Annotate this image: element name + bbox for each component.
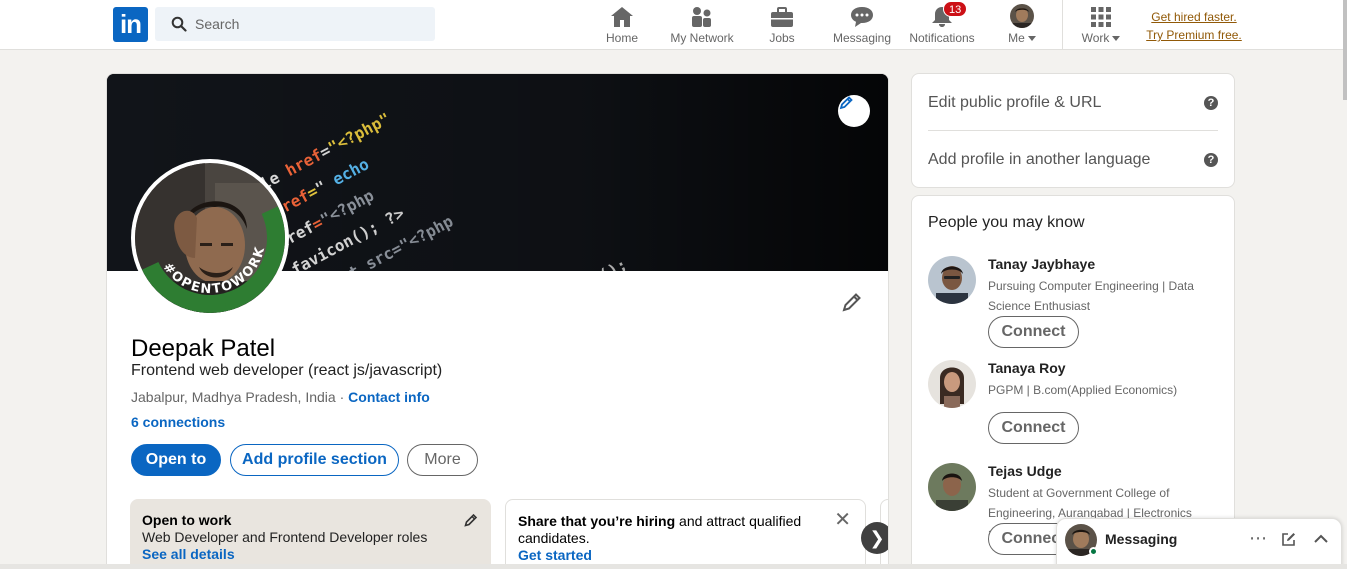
- avatar[interactable]: [928, 463, 976, 511]
- pencil-icon: [464, 513, 478, 527]
- carousel-next-button[interactable]: ❯: [861, 522, 888, 554]
- see-all-details-link[interactable]: See all details: [142, 546, 479, 563]
- person-headline: Pursuing Computer Engineering | Data Sci…: [988, 279, 1194, 313]
- chat-icon: [851, 7, 873, 27]
- contact-info-link[interactable]: Contact info: [348, 389, 430, 405]
- hiring-card[interactable]: Share that you’re hiring and attract qua…: [505, 499, 866, 569]
- person-name[interactable]: Tanaya Roy: [988, 360, 1066, 376]
- location-separator: ·: [335, 389, 349, 405]
- profile-name: Deepak Patel: [131, 335, 276, 362]
- nav-messaging[interactable]: Messaging: [832, 4, 892, 48]
- profile-headline: Frontend web developer (react js/javascr…: [131, 362, 443, 379]
- edit-intro-button[interactable]: [840, 290, 864, 319]
- avatar: #OPENTOWORK: [135, 163, 285, 313]
- pencil-icon: [842, 293, 861, 312]
- add-profile-section-button[interactable]: Add profile section: [230, 444, 399, 476]
- nav-me-label-wrap: Me: [1000, 31, 1044, 45]
- add-language-label: Add profile in another language: [928, 151, 1151, 168]
- messaging-overlay[interactable]: Messaging ⋯: [1056, 518, 1342, 569]
- grid-icon: [1091, 7, 1111, 27]
- connect-button[interactable]: Connect: [988, 316, 1079, 348]
- open-to-work-title: Open to work: [142, 512, 232, 528]
- chevron-down-icon: [1027, 36, 1036, 42]
- nav-label: Messaging: [832, 31, 892, 45]
- nav-label: Work: [1081, 31, 1110, 45]
- help-icon[interactable]: ?: [1204, 153, 1218, 167]
- profile-card: wp_title href="<?php" "profile" href=" e…: [106, 73, 889, 569]
- edit-open-to-work-button[interactable]: [463, 512, 479, 532]
- nav-label: Me: [1008, 31, 1025, 45]
- nav-notifications[interactable]: 13 Notifications: [907, 1, 977, 48]
- connections-link[interactable]: 6 connections: [131, 414, 225, 430]
- notification-badge: 13: [943, 1, 968, 17]
- open-to-work-card[interactable]: Open to work Web Developer and Frontend …: [130, 499, 491, 569]
- linkedin-logo[interactable]: in: [113, 7, 148, 42]
- more-options-icon[interactable]: ⋯: [1249, 528, 1267, 549]
- profile-location: Jabalpur, Madhya Pradesh, India: [131, 389, 336, 405]
- hiring-text-bold: Share that you’re hiring: [518, 513, 676, 529]
- scrollbar[interactable]: [1343, 0, 1347, 100]
- open-to-work-roles: Web Developer and Frontend Developer rol…: [142, 529, 428, 545]
- nav-label: Notifications: [909, 31, 975, 45]
- nav-jobs[interactable]: Jobs: [762, 4, 802, 48]
- avatar: [1010, 4, 1034, 28]
- edit-banner-button[interactable]: [838, 95, 870, 127]
- profile-location-line: Jabalpur, Madhya Pradesh, India · Contac…: [131, 389, 430, 405]
- premium-line-1[interactable]: Get hired faster.: [1144, 8, 1244, 26]
- search-input[interactable]: [195, 7, 425, 41]
- hiring-text: Share that you’re hiring and attract qua…: [518, 513, 853, 547]
- nav-me[interactable]: Me: [1000, 4, 1044, 48]
- nav-divider: [1062, 0, 1063, 50]
- profile-photo[interactable]: #OPENTOWORK: [131, 159, 289, 317]
- home-icon: [611, 7, 633, 27]
- search-bar[interactable]: [155, 7, 435, 41]
- nav-my-network[interactable]: My Network: [667, 4, 737, 48]
- chevron-up-icon[interactable]: [1313, 531, 1329, 550]
- search-icon: [171, 16, 187, 37]
- add-language-profile-link[interactable]: Add profile in another language ?: [928, 151, 1218, 169]
- avatar[interactable]: [928, 360, 976, 408]
- nav-home[interactable]: Home: [602, 4, 642, 48]
- more-button[interactable]: More: [407, 444, 478, 476]
- messaging-title[interactable]: Messaging: [1105, 531, 1177, 547]
- pencil-icon: [839, 96, 853, 110]
- chevron-down-icon: [1112, 36, 1121, 42]
- divider: [928, 130, 1218, 131]
- profile-links-card: Edit public profile & URL ? Add profile …: [911, 73, 1235, 188]
- edit-public-profile-link[interactable]: Edit public profile & URL ?: [928, 94, 1218, 112]
- open-to-button[interactable]: Open to: [131, 444, 221, 476]
- network-icon: [692, 7, 711, 27]
- person-headline: PGPM | B.com(Applied Economics): [988, 383, 1178, 397]
- people-you-may-know-card: People you may know Tanay Jaybhaye Pursu…: [911, 195, 1235, 569]
- pymk-title: People you may know: [928, 214, 1085, 231]
- premium-upsell[interactable]: Get hired faster. Try Premium free.: [1144, 8, 1244, 44]
- online-status-dot: [1089, 547, 1098, 556]
- edit-public-profile-label: Edit public profile & URL: [928, 94, 1102, 111]
- person-name[interactable]: Tanay Jaybhaye: [988, 256, 1095, 272]
- connect-button[interactable]: Connect: [988, 412, 1079, 444]
- compose-icon[interactable]: [1281, 531, 1297, 550]
- nav-work-label-wrap: Work: [1078, 31, 1124, 45]
- briefcase-icon: [771, 7, 793, 27]
- global-nav: in Home My Network Jobs Messaging 13 Not…: [0, 0, 1347, 50]
- window-bottom-edge: [0, 564, 1347, 569]
- nav-label: Home: [605, 31, 638, 45]
- close-icon[interactable]: ✕: [834, 510, 851, 530]
- nav-label: Jobs: [769, 31, 795, 45]
- nav-label: My Network: [670, 31, 734, 45]
- avatar[interactable]: [928, 256, 976, 304]
- help-icon[interactable]: ?: [1204, 96, 1218, 110]
- get-started-link[interactable]: Get started: [518, 547, 853, 564]
- person-name[interactable]: Tejas Udge: [988, 463, 1062, 479]
- nav-work[interactable]: Work: [1078, 4, 1124, 48]
- premium-line-2[interactable]: Try Premium free.: [1144, 26, 1244, 44]
